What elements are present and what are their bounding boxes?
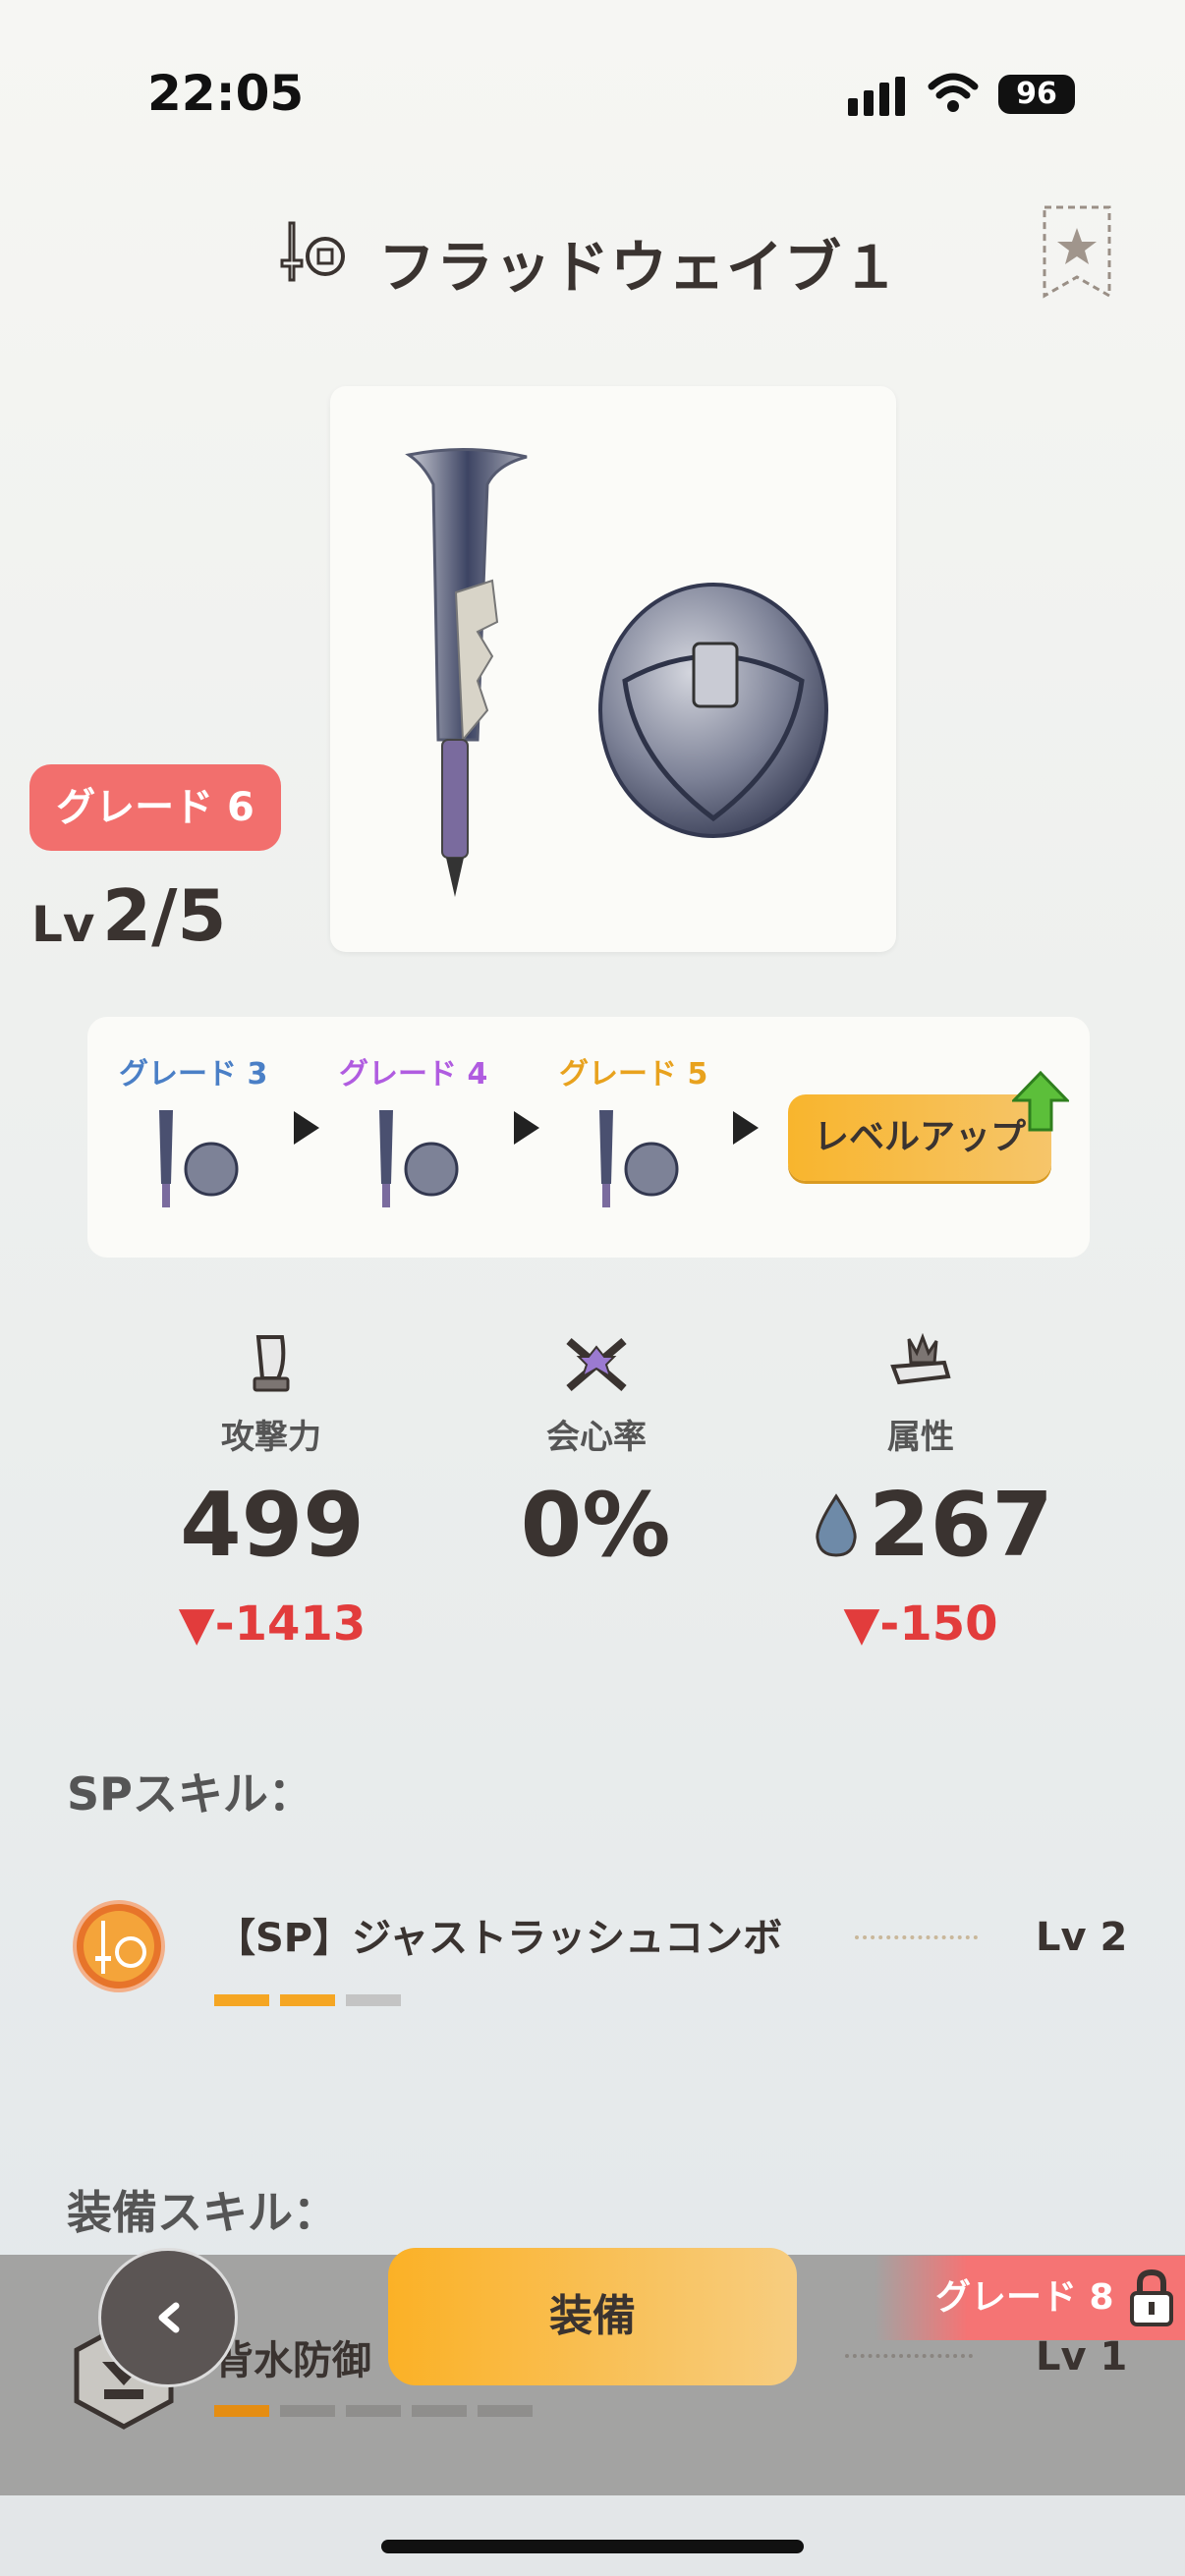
home-indicator[interactable] [381,2540,804,2553]
grade-step-arrow-icon [514,1111,539,1145]
skill-leader-dots [845,2354,973,2358]
attack-blade-icon [253,1335,290,1392]
skill-leader-dots [855,1935,978,1939]
status-time: 22:05 [147,65,305,122]
bottom-safe-area [0,2495,1185,2576]
grade-step-label: グレード 3 [119,1057,268,1092]
sp-skill-level: Lv 2 [1036,1915,1128,1960]
element-attribute-icon [890,1333,951,1385]
weapon-image-frame [330,386,896,952]
weapon-illustration [405,448,828,897]
critical-rate-label: 会心率 [546,1418,647,1457]
equip-skill-level: Lv 1 [1036,2334,1128,2380]
grade-step-weapon-thumbnail[interactable] [147,1105,246,1213]
grade-badge: グレード 6 [29,764,281,851]
grade-step-label: グレード 4 [339,1057,488,1092]
skill-level-segment-empty [478,2405,533,2417]
upgrade-arrow-icon [1012,1071,1069,1132]
critical-rate-icon [566,1337,627,1392]
grade-step-weapon-thumbnail[interactable] [367,1105,466,1213]
chevron-left-icon [158,2302,180,2333]
grade-step-label: グレード 5 [559,1057,708,1092]
sp-skill-icon [73,1900,165,1992]
skill-level-segment-filled [214,1994,269,2006]
level-value: 2/5 [102,874,227,957]
grade-step-weapon-thumbnail[interactable] [588,1105,686,1213]
skill-level-segment-filled [214,2405,269,2417]
wifi-icon [928,73,979,112]
equip-skills-heading: 装備スキル： [67,2186,338,2239]
element-value: 267 [869,1474,1053,1577]
attack-value: 499 [180,1474,365,1577]
attack-label: 攻撃力 [221,1418,321,1457]
locked-grade-tag[interactable]: グレード 8 [875,2256,1185,2340]
back-button[interactable] [98,2248,238,2387]
locked-grade-label: グレード 8 [935,2277,1114,2318]
element-label: 属性 [887,1418,954,1457]
cellular-signal-icon [848,77,905,116]
sword-and-shield-icon [280,221,345,282]
lock-icon [1130,2269,1173,2326]
skill-level-segment-filled [280,1994,335,2006]
sp-skill-name: 【SP】ジャストラッシュコンボ [216,1916,783,1961]
favorite-bookmark-icon[interactable] [1042,204,1112,299]
battery-indicator: 96 [998,75,1075,114]
weapon-title: フラッドウェイブ１ [378,234,901,301]
skill-level-segment-empty [346,1994,401,2006]
equip-skill-name: 背水防御 [214,2338,371,2383]
critical-rate-value: 0% [520,1474,671,1577]
skill-level-segment-empty [280,2405,335,2417]
equip-button[interactable]: 装備 [388,2248,797,2385]
level-prefix: Lv [31,896,95,953]
element-delta: ▼-150 [843,1596,998,1652]
skill-level-segment-empty [412,2405,467,2417]
skill-level-segment-empty [346,2405,401,2417]
attack-delta: ▼-1413 [178,1596,367,1652]
grade-step-arrow-icon [733,1111,759,1145]
sp-skills-heading: SPスキル： [67,1767,313,1820]
grade-step-arrow-icon [294,1111,319,1145]
